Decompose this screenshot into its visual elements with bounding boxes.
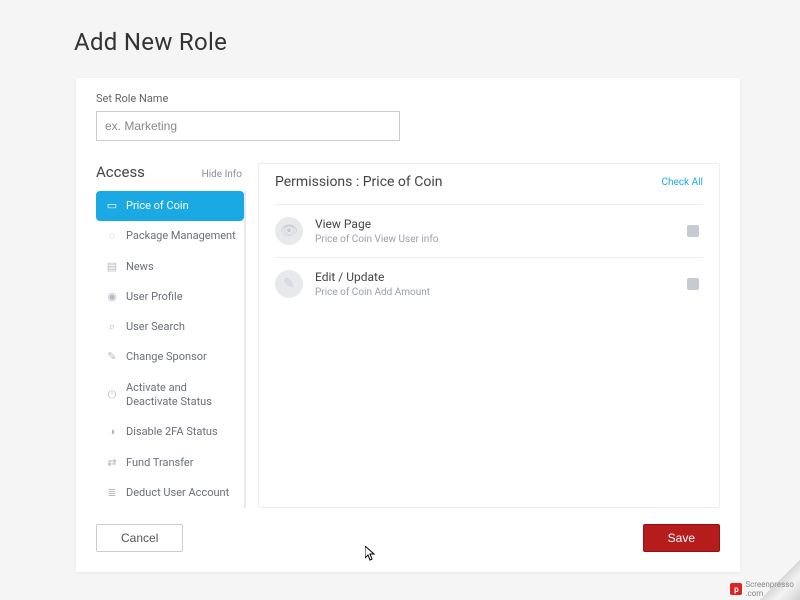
search-icon: ⌕ [106,321,118,333]
permission-checkbox[interactable] [687,278,699,290]
cancel-button[interactable]: Cancel [96,524,183,552]
access-item-label: News [126,260,154,274]
access-item-fund-transfer[interactable]: ⇄ Fund Transfer [96,448,244,478]
access-item-price-of-coin[interactable]: ▭ Price of Coin [96,191,244,221]
news-icon: ▤ [106,261,118,273]
permission-row-view: 👁 View Page Price of Coin View User info [275,204,703,257]
user-icon: ◉ [106,291,118,303]
access-sidebar: Access Hide Info ▭ Price of Coin ◌ Packa… [96,163,246,508]
access-item-label: Change Sponsor [126,350,207,364]
page-title: Add New Role [0,0,800,56]
pencil-icon: ✎ [275,270,303,298]
access-item-label: Activate and Deactivate Status [126,381,236,410]
permission-desc: Price of Coin Add Amount [315,287,675,298]
access-title: Access [96,163,145,181]
permission-name: View Page [315,217,675,231]
access-item-news[interactable]: ▤ News [96,252,244,282]
pencil-icon: ✎ [106,352,118,364]
list-icon: ≣ [106,487,118,499]
access-item-user-profile[interactable]: ◉ User Profile [96,282,244,312]
eye-icon: 👁 [275,217,303,245]
add-role-card: Set Role Name Access Hide Info ▭ Price o… [76,78,740,572]
save-button[interactable]: Save [643,524,720,552]
access-item-deduct-account[interactable]: ≣ Deduct User Account [96,478,244,508]
access-item-label: User Search [126,320,185,334]
banknote-icon: ▭ [106,200,118,212]
permission-desc: Price of Coin View User info [315,234,675,245]
access-item-disable-2fa[interactable]: ◑ Disable 2FA Status [96,417,244,447]
permission-checkbox[interactable] [687,225,699,237]
transfer-icon: ⇄ [106,457,118,469]
permissions-title: Permissions : Price of Coin [275,174,443,190]
permission-name: Edit / Update [315,270,675,284]
watermark-badge-icon: p [730,583,742,595]
permissions-panel: Permissions : Price of Coin Check All 👁 … [258,163,720,508]
access-item-label: Price of Coin [126,199,189,213]
access-item-label: Disable 2FA Status [126,425,218,439]
watermark: p Screenpresso.com [730,580,794,598]
access-item-label: Package Management [126,229,236,243]
power-icon: ⏻ [106,389,118,401]
access-item-package-management[interactable]: ◌ Package Management [96,221,244,251]
check-all-link[interactable]: Check All [662,177,704,188]
role-name-input[interactable] [96,111,400,141]
permission-row-edit: ✎ Edit / Update Price of Coin Add Amount [275,257,703,310]
access-item-activate-deactivate[interactable]: ⏻ Activate and Deactivate Status [96,373,244,418]
access-item-change-sponsor[interactable]: ✎ Change Sponsor [96,342,244,372]
hide-info-link[interactable]: Hide Info [202,169,242,180]
access-item-label: User Profile [126,290,183,304]
package-icon: ◌ [106,230,118,242]
access-item-label: Fund Transfer [126,456,193,470]
access-item-label: Deduct User Account [126,486,229,500]
toggle-icon: ◑ [106,427,118,439]
access-item-user-search[interactable]: ⌕ User Search [96,312,244,342]
role-name-label: Set Role Name [96,92,720,105]
